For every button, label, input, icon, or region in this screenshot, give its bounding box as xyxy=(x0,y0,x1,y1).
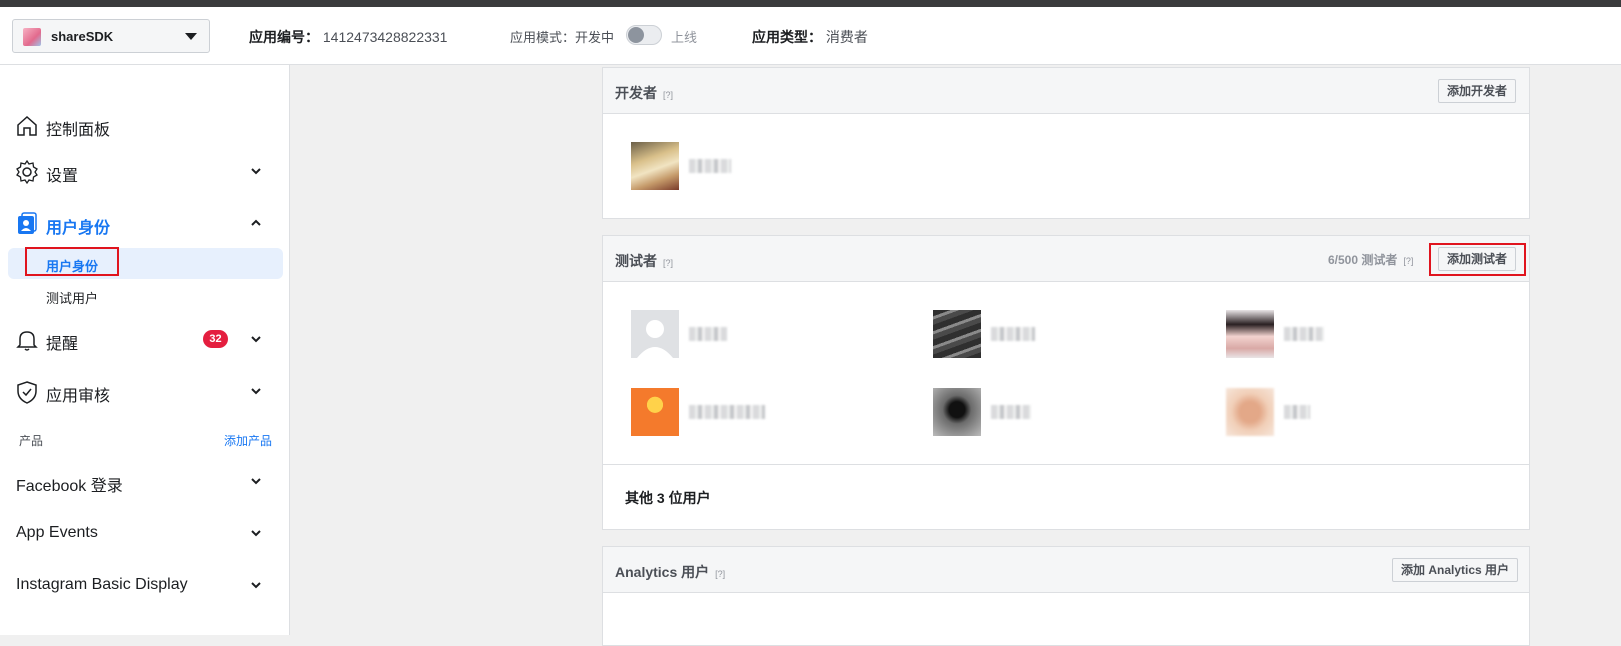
add-developer-button[interactable]: 添加开发者 xyxy=(1438,79,1517,103)
tester-name-blurred xyxy=(689,327,727,341)
sidebar-item-app-review[interactable]: 应用审核 xyxy=(0,371,290,411)
testers-panel: 测试者 [?] 6/500 测试者 [?] 添加测试者 其他 3 位用户 xyxy=(602,235,1530,530)
sidebar-item-settings[interactable]: 设置 xyxy=(0,151,290,191)
add-product-link[interactable]: 添加产品 xyxy=(224,432,272,449)
chevron-down-icon xyxy=(251,336,261,343)
app-switcher[interactable]: shareSDK xyxy=(12,19,210,53)
toggle-knob xyxy=(628,27,644,43)
chevron-down-icon xyxy=(251,388,261,395)
avatar xyxy=(631,388,679,436)
sidebar-subitem-label: 测试用户 xyxy=(46,291,99,306)
sidebar-item-label: 用户身份 xyxy=(46,220,111,237)
app-header: shareSDK 应用编号： 1412473428822331 应用模式：开发中… xyxy=(0,7,1621,65)
caret-down-icon xyxy=(185,33,197,40)
app-id-label: 应用编号： xyxy=(249,29,319,45)
default-avatar-icon xyxy=(631,310,679,358)
testers-count: 6/500 测试者 [?] xyxy=(1328,253,1414,267)
avatar xyxy=(1226,310,1274,358)
testers-title: 测试者 [?] xyxy=(615,253,674,269)
app-mode-label: 应用模式：开发中 xyxy=(510,30,615,45)
other-users-link[interactable]: 其他 3 位用户 xyxy=(625,488,711,508)
analytics-panel: Analytics 用户 [?] 添加 Analytics 用户 xyxy=(602,546,1530,646)
chevron-up-icon xyxy=(251,219,261,226)
sidebar-item-instagram-basic-display[interactable]: Instagram Basic Display xyxy=(0,565,290,605)
divider xyxy=(603,464,1529,465)
analytics-title: Analytics 用户 [?] xyxy=(615,564,726,580)
help-icon[interactable]: [?] xyxy=(715,569,725,579)
developers-title: 开发者 [?] xyxy=(615,85,674,101)
app-type: 应用类型： 消费者 xyxy=(752,27,868,47)
chevron-down-icon xyxy=(251,582,261,589)
analytics-panel-header: Analytics 用户 [?] 添加 Analytics 用户 xyxy=(603,547,1529,593)
sidebar-item-label: Facebook 登录 xyxy=(16,478,123,495)
mode-dev-text: 开发中 xyxy=(575,30,615,45)
id-badge-icon xyxy=(18,212,37,234)
chevron-down-icon xyxy=(251,530,261,537)
developers-panel-header: 开发者 [?] 添加开发者 xyxy=(603,68,1529,114)
gear-icon xyxy=(16,159,38,185)
browser-top-strip xyxy=(0,0,1621,7)
products-section-label: 产品 xyxy=(19,434,44,448)
mode-live-text: 上线 xyxy=(671,30,698,45)
sidebar-subitem-test-users[interactable]: 测试用户 xyxy=(8,280,283,311)
tester-name-blurred xyxy=(1284,405,1310,419)
avatar xyxy=(933,388,981,436)
home-icon xyxy=(17,115,37,136)
bell-icon xyxy=(16,331,38,351)
app-name: shareSDK xyxy=(51,29,114,44)
avatar xyxy=(1226,388,1274,436)
sidebar-item-dashboard[interactable]: 控制面板 xyxy=(0,105,290,145)
app-id-value: 1412473428822331 xyxy=(322,29,448,45)
tester-name-blurred xyxy=(991,327,1035,341)
developer-name-blurred xyxy=(689,159,731,173)
tester-name-blurred xyxy=(1284,327,1324,341)
chevron-down-icon xyxy=(251,478,261,485)
sidebar-item-label: 设置 xyxy=(46,168,79,185)
sidebar-item-label: 应用审核 xyxy=(46,388,111,405)
help-icon[interactable]: [?] xyxy=(1403,256,1413,266)
highlight-box-add-tester xyxy=(1429,243,1526,276)
sidebar-item-facebook-login[interactable]: Facebook 登录 xyxy=(0,461,290,501)
developers-panel: 开发者 [?] 添加开发者 xyxy=(602,67,1530,219)
help-icon[interactable]: [?] xyxy=(663,90,673,100)
sidebar-item-app-events[interactable]: App Events xyxy=(0,513,290,553)
avatar xyxy=(631,142,679,190)
testers-panel-header: 测试者 [?] 6/500 测试者 [?] 添加测试者 xyxy=(603,236,1529,282)
app-logo-icon xyxy=(23,28,41,46)
app-id: 应用编号： 1412473428822331 xyxy=(249,27,447,47)
alerts-count-badge: 32 xyxy=(203,330,228,348)
sidebar-item-label: Instagram Basic Display xyxy=(16,576,188,593)
avatar xyxy=(933,310,981,358)
sidebar-item-roles[interactable]: 用户身份 xyxy=(0,203,290,243)
tester-name-blurred xyxy=(991,405,1031,419)
app-type-label: 应用类型： xyxy=(752,29,822,45)
sidebar: 控制面板 设置 用户身份 用户身份 测试用户 提醒 32 应用审核 产品 添加产… xyxy=(0,65,290,635)
shield-check-icon xyxy=(17,381,37,404)
help-icon[interactable]: [?] xyxy=(663,258,673,268)
sidebar-item-label: App Events xyxy=(16,524,98,541)
chevron-down-icon xyxy=(251,168,261,175)
app-mode-toggle[interactable] xyxy=(626,25,662,45)
sidebar-item-label: 控制面板 xyxy=(46,122,111,139)
add-analytics-user-button[interactable]: 添加 Analytics 用户 xyxy=(1392,558,1519,582)
sidebar-item-label: 提醒 xyxy=(46,336,79,353)
sidebar-item-alerts[interactable]: 提醒 xyxy=(0,319,290,359)
tester-name-blurred xyxy=(689,405,765,419)
highlight-box-roles xyxy=(25,247,119,276)
app-type-value: 消费者 xyxy=(825,29,868,45)
